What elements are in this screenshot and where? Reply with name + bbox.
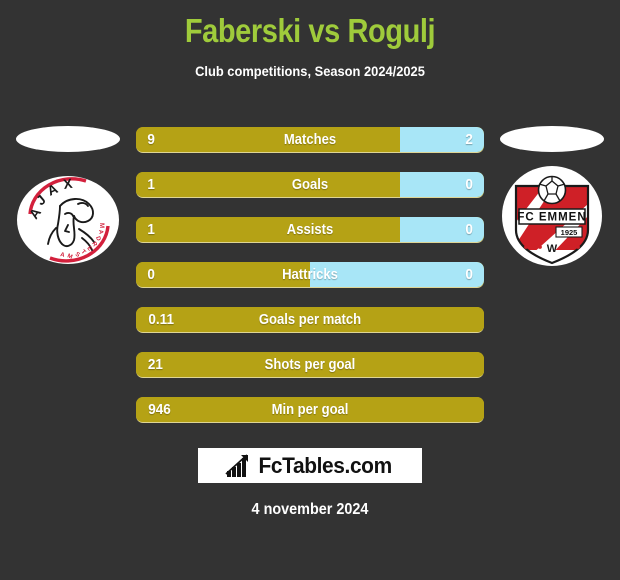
page-subtitle: Club competitions, Season 2024/2025 bbox=[195, 63, 425, 79]
stat-row: 1 Goals 0 bbox=[136, 172, 484, 198]
stat-row: 0 Hattricks 0 bbox=[136, 262, 484, 288]
home-badge-highlight-ellipse bbox=[16, 126, 120, 152]
stat-label: Goals per match bbox=[258, 312, 362, 328]
stat-label: Shots per goal bbox=[264, 357, 356, 373]
stats-bar-list: 9 Matches 2 1 Goals 0 1 Assists 0 0 Hattricks 0 0.11… bbox=[136, 127, 484, 442]
svg-text:M: M bbox=[98, 223, 104, 228]
fc-emmen-crest: FC EMMEN 1925 W bbox=[502, 166, 602, 266]
page-title: Faberski vs Rogulj bbox=[184, 12, 436, 49]
svg-text:1925: 1925 bbox=[561, 228, 578, 237]
stat-row: 9 Matches 2 bbox=[136, 127, 484, 153]
stat-row: 21 Shots per goal bbox=[136, 352, 484, 378]
stat-row: 1 Assists 0 bbox=[136, 217, 484, 243]
stat-label: Goals bbox=[291, 177, 329, 193]
fctables-logo-text: FcTables.com bbox=[258, 452, 392, 478]
away-stat-value: 2 bbox=[465, 131, 473, 148]
stat-label: Hattricks bbox=[282, 267, 338, 283]
away-stat-value: 0 bbox=[465, 266, 473, 283]
home-team-badge: A J A X A M S T E R D A M bbox=[16, 168, 120, 272]
fctables-logo[interactable]: FcTables.com bbox=[198, 448, 422, 483]
away-stat-value: 0 bbox=[465, 176, 473, 193]
stat-row: 946 Min per goal bbox=[136, 397, 484, 423]
report-date: 4 november 2024 bbox=[251, 501, 369, 518]
away-stat-value: 0 bbox=[465, 221, 473, 238]
away-team-badge: FC EMMEN 1925 W bbox=[500, 164, 604, 268]
stat-row: 0.11 Goals per match bbox=[136, 307, 484, 333]
ajax-amsterdam-crest: A J A X A M S T E R D A M bbox=[17, 176, 119, 264]
svg-text:FC EMMEN: FC EMMEN bbox=[517, 212, 586, 224]
stat-label: Min per goal bbox=[271, 402, 349, 418]
stat-comparison-page: Faberski vs Rogulj Club competitions, Se… bbox=[0, 0, 620, 580]
away-badge-highlight-ellipse bbox=[500, 126, 604, 152]
stat-label: Assists bbox=[286, 222, 334, 238]
svg-text:W: W bbox=[547, 243, 558, 255]
stat-label: Matches bbox=[283, 132, 337, 148]
bar-chart-arrow-icon bbox=[225, 453, 248, 477]
